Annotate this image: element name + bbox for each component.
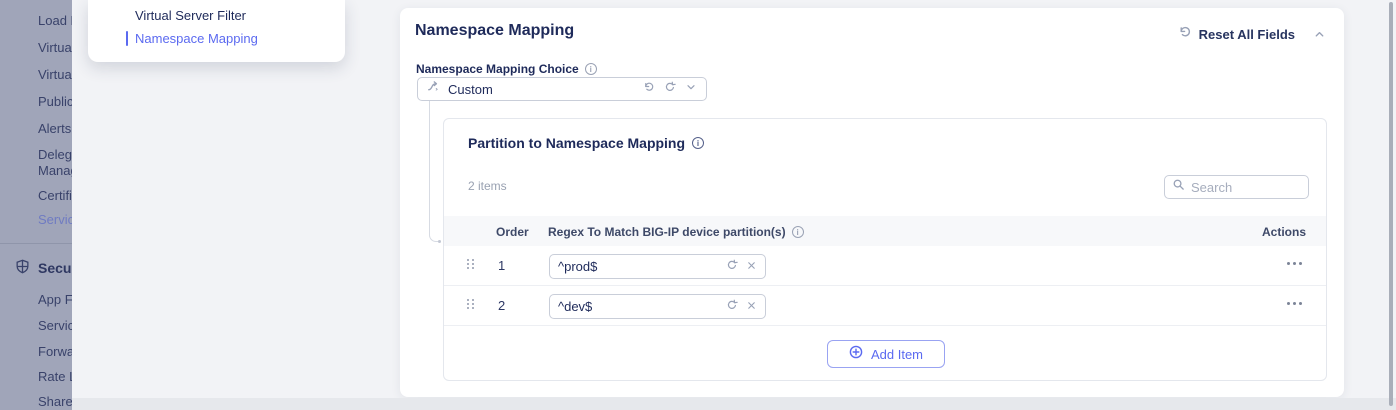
tree-connector-line [429,101,438,242]
vertical-scrollbar[interactable] [1389,2,1393,406]
sidebar-item-service-policy[interactable]: Servic [38,318,72,334]
table-row: 2 [444,286,1326,326]
flyout-item-virtual-server-filter[interactable]: Virtual Server Filter [135,8,246,23]
namespace-mapping-panel: Namespace Mapping Reset All Fields Names… [400,8,1344,397]
refresh-icon[interactable] [726,258,738,276]
column-header-regex: Regex To Match BIG-IP device partition(s… [548,225,786,239]
sidebar-item-app-firewall[interactable]: App Fi [38,292,72,308]
active-item-indicator [126,31,128,46]
sidebar-item-public[interactable]: Public [38,94,72,110]
undo-icon [1178,25,1192,44]
order-value: 2 [498,298,505,313]
table-row: 1 [444,246,1326,286]
order-value: 1 [498,258,505,273]
reset-all-fields-label: Reset All Fields [1199,27,1295,42]
partition-mapping-card: Partition to Namespace Mapping i 2 items… [443,118,1327,381]
reset-all-fields-button[interactable]: Reset All Fields [1178,25,1295,44]
sidebar-item-forwarding[interactable]: Forwar [38,344,72,360]
row-actions-menu-icon[interactable] [1287,262,1302,265]
clear-icon[interactable] [746,258,757,276]
flyout-submenu: Virtual Server Filter Namespace Mapping [88,0,345,62]
sidebar-section-security[interactable]: Secur [38,260,72,276]
sidebar-item-virtual-1[interactable]: Virtual [38,40,72,56]
selected-choice-value: Custom [448,82,635,97]
page-title: Namespace Mapping [415,22,574,40]
sidebar-item-service-active[interactable]: Servic [38,212,72,228]
sidebar-divider [0,243,72,244]
chevron-down-icon[interactable] [685,80,697,98]
column-header-order: Order [496,225,529,239]
info-icon[interactable]: i [692,137,704,149]
table-header: Order Regex To Match BIG-IP device parti… [444,216,1326,246]
search-box[interactable] [1164,175,1309,199]
row-actions-menu-icon[interactable] [1287,302,1302,305]
column-header-actions: Actions [1262,225,1306,239]
chevron-up-icon[interactable] [1313,28,1326,41]
page-bottom-band [72,398,1396,410]
search-icon [1172,178,1185,196]
items-count: 2 items [468,179,507,193]
undo-icon[interactable] [643,80,655,98]
sidebar-item-virtual-2[interactable]: Virtual [38,67,72,83]
sidebar-item-load-balancing[interactable]: Load B [38,13,72,29]
shield-icon [15,259,30,274]
refresh-icon[interactable] [664,80,676,98]
clear-icon[interactable] [746,298,757,316]
regex-input[interactable] [558,299,718,314]
regex-field-wrap [549,294,766,319]
sidebar-item-alerts[interactable]: Alerts [38,121,71,137]
refresh-icon[interactable] [726,298,738,316]
sidebar-item-label: Delega [38,147,72,162]
sidebar-nav: Load B Virtual Virtual Public Alerts Del… [0,0,72,410]
regex-field-wrap [549,254,766,279]
add-item-row: Add Item [444,326,1326,381]
sidebar-item-shared[interactable]: Shared [38,394,72,410]
add-item-label: Add Item [871,347,923,362]
sidebar-item-certificates[interactable]: Certifi [38,188,72,204]
branch-icon [427,80,440,98]
search-input[interactable] [1191,180,1301,195]
card-title: Partition to Namespace Mapping [468,135,685,151]
namespace-mapping-choice-label: Namespace Mapping Choice [416,62,579,76]
info-icon[interactable]: i [585,63,597,75]
page: Load B Virtual Virtual Public Alerts Del… [0,0,1396,410]
sidebar-item-rate-limiting[interactable]: Rate Li [38,369,72,385]
add-item-button[interactable]: Add Item [827,340,945,368]
drag-handle-icon[interactable] [467,299,477,313]
info-icon[interactable]: i [792,226,804,238]
namespace-mapping-choice-select[interactable]: Custom [417,77,707,101]
sidebar-item-delegated-management[interactable]: Delega Manag [38,147,72,179]
sidebar-item-label: Manag [38,163,72,178]
plus-circle-icon [849,345,863,364]
regex-input[interactable] [558,259,718,274]
flyout-item-namespace-mapping[interactable]: Namespace Mapping [135,31,258,46]
drag-handle-icon[interactable] [467,259,477,273]
